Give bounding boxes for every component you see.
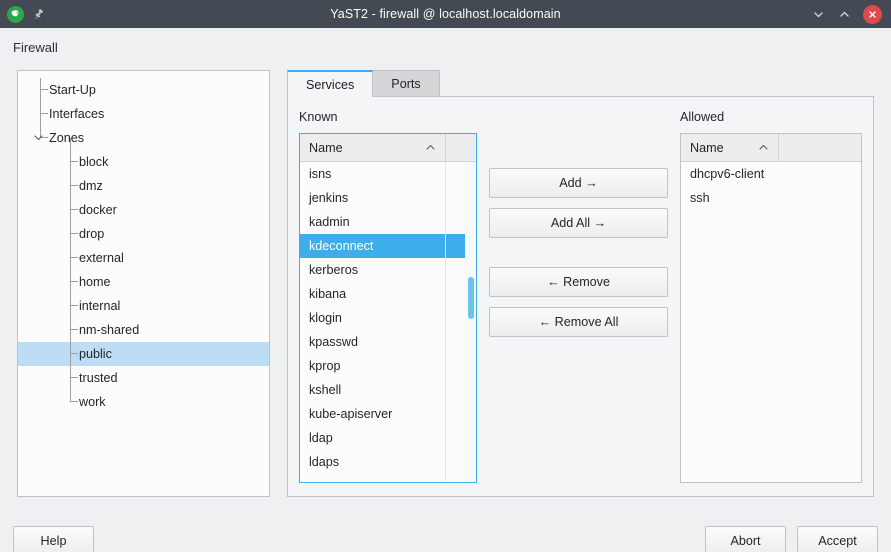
known-list-scrollbar[interactable] xyxy=(465,162,476,482)
yast-chameleon-icon xyxy=(7,5,24,23)
remove-button[interactable]: ← Remove xyxy=(489,267,668,297)
tree-item-block[interactable]: block xyxy=(18,150,269,174)
known-column-name-label: Name xyxy=(309,140,343,155)
minimize-button[interactable] xyxy=(811,7,826,22)
allowed-table-body[interactable]: dhcpv6-client ssh xyxy=(681,162,861,482)
tree-item-internal[interactable]: internal xyxy=(18,294,269,318)
services-tab-panel: Known Name isns jenkins kadmin kdeconnec… xyxy=(287,96,874,497)
help-button[interactable]: Help xyxy=(13,526,94,552)
known-service-row[interactable]: kprop xyxy=(300,354,476,378)
known-table-header: Name xyxy=(300,134,476,162)
page-title: Firewall xyxy=(13,39,58,55)
known-service-row[interactable]: kdeconnect xyxy=(300,234,476,258)
known-service-row[interactable]: kshell xyxy=(300,378,476,402)
tree-item-label: work xyxy=(79,395,106,409)
allowed-services-column: Allowed Name dhcpv6-client ssh xyxy=(680,106,862,483)
pin-icon[interactable] xyxy=(31,7,46,22)
tree-item-label: docker xyxy=(79,203,117,217)
known-table-body[interactable]: isns jenkins kadmin kdeconnect kerberos kiban… xyxy=(300,162,476,482)
tree-item-start-up[interactable]: Start-Up xyxy=(18,78,269,102)
tree-item-external[interactable]: external xyxy=(18,246,269,270)
page-title-bar: Firewall xyxy=(0,28,891,66)
allowed-column-name[interactable]: Name xyxy=(681,134,779,162)
allowed-services-table[interactable]: Name dhcpv6-client ssh xyxy=(680,133,862,483)
tree-item-label: Interfaces xyxy=(49,107,105,121)
tree-item-nm-shared[interactable]: nm-shared xyxy=(18,318,269,342)
yast-firewall-window: YaST2 - firewall @ localhost.localdomain… xyxy=(0,0,891,552)
tree-item-label: public xyxy=(79,347,112,361)
tree-item-label: home xyxy=(79,275,111,289)
tree-item-label: nm-shared xyxy=(79,323,140,337)
tree-item-public[interactable]: public xyxy=(18,342,269,366)
column-separator xyxy=(445,162,446,482)
known-service-row[interactable]: kerberos xyxy=(300,258,476,282)
tree-item-label: drop xyxy=(79,227,105,241)
footer-right-buttons: Abort Accept xyxy=(705,526,878,552)
known-service-row[interactable]: kibana xyxy=(300,282,476,306)
navigation-tree[interactable]: Start-Up Interfaces Zones block dmz docker dro… xyxy=(18,78,269,414)
tree-item-label: external xyxy=(79,251,124,265)
transfer-buttons-column: Add → Add All → ← Remove ← Remove All xyxy=(477,106,680,483)
tree-item-work[interactable]: work xyxy=(18,390,269,414)
chevron-up-icon xyxy=(425,142,436,153)
tab-ports[interactable]: Ports xyxy=(372,70,440,97)
chevron-up-icon xyxy=(758,142,769,153)
known-column-name[interactable]: Name xyxy=(300,134,446,162)
window-title: YaST2 - firewall @ localhost.localdomain xyxy=(330,7,561,21)
tree-item-home[interactable]: home xyxy=(18,270,269,294)
allowed-table-header: Name xyxy=(681,134,861,162)
main-body: Start-Up Interfaces Zones block dmz docker dro… xyxy=(0,66,891,516)
window-controls xyxy=(811,4,891,24)
tab-services[interactable]: Services xyxy=(287,70,374,97)
accept-button[interactable]: Accept xyxy=(797,526,878,552)
maximize-button[interactable] xyxy=(837,7,852,22)
known-service-row[interactable]: ldap xyxy=(300,426,476,450)
known-services-column: Known Name isns jenkins kadmin kdeconnec… xyxy=(299,106,477,483)
navigation-tree-pane: Start-Up Interfaces Zones block dmz docker dro… xyxy=(17,70,270,497)
known-service-row[interactable]: isns xyxy=(300,162,476,186)
known-services-table[interactable]: Name isns jenkins kadmin kdeconnect kerb… xyxy=(299,133,477,483)
tree-spine xyxy=(70,138,71,401)
known-service-row[interactable]: kube-apiserver xyxy=(300,402,476,426)
tree-item-label: Start-Up xyxy=(49,83,96,97)
known-service-row-partial[interactable] xyxy=(300,474,476,482)
known-scrollbar-thumb[interactable] xyxy=(467,277,474,319)
known-service-row[interactable]: jenkins xyxy=(300,186,476,210)
allowed-column-blank xyxy=(779,134,861,162)
chevron-down-icon[interactable] xyxy=(32,131,45,144)
tree-item-trusted[interactable]: trusted xyxy=(18,366,269,390)
known-column-blank xyxy=(446,134,476,162)
tree-item-label: internal xyxy=(79,299,121,313)
allowed-service-row[interactable]: ssh xyxy=(681,186,861,210)
tab-area: Services Ports Known Name isns jenkins k… xyxy=(287,70,874,497)
footer-bar: Help Abort Accept xyxy=(0,516,891,552)
known-label: Known xyxy=(299,110,338,124)
allowed-service-row[interactable]: dhcpv6-client xyxy=(681,162,861,186)
tree-item-label: block xyxy=(79,155,109,169)
services-columns: Known Name isns jenkins kadmin kdeconnec… xyxy=(299,106,862,483)
add-all-button[interactable]: Add All → xyxy=(489,208,668,238)
tree-item-label: dmz xyxy=(79,179,103,193)
remove-all-button[interactable]: ← Remove All xyxy=(489,307,668,337)
close-button[interactable] xyxy=(863,4,882,24)
tree-item-interfaces[interactable]: Interfaces xyxy=(18,102,269,126)
add-button[interactable]: Add → xyxy=(489,168,668,198)
allowed-column-name-label: Name xyxy=(690,140,724,155)
tree-item-zones[interactable]: Zones xyxy=(18,126,269,150)
known-service-row[interactable]: kpasswd xyxy=(300,330,476,354)
tab-strip[interactable]: Services Ports xyxy=(287,70,874,97)
tree-item-label: trusted xyxy=(79,371,118,385)
titlebar-left-icons xyxy=(0,5,46,23)
tree-item-drop[interactable]: drop xyxy=(18,222,269,246)
known-service-row[interactable]: klogin xyxy=(300,306,476,330)
tree-item-docker[interactable]: docker xyxy=(18,198,269,222)
abort-button[interactable]: Abort xyxy=(705,526,786,552)
window-titlebar: YaST2 - firewall @ localhost.localdomain xyxy=(0,0,891,28)
known-service-row[interactable]: kadmin xyxy=(300,210,476,234)
tree-item-label: Zones xyxy=(49,131,85,145)
allowed-label: Allowed xyxy=(680,110,725,124)
tree-item-dmz[interactable]: dmz xyxy=(18,174,269,198)
known-service-row[interactable]: ldaps xyxy=(300,450,476,474)
